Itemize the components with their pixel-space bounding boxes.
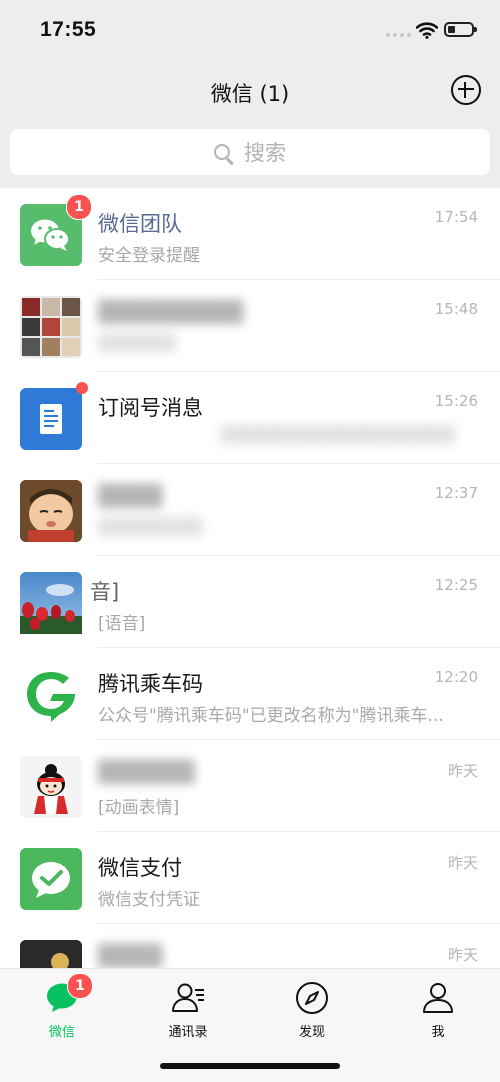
chat-row-subscriptions[interactable]: 订阅号消息 ▒▒▒▒▒▒▒▒▒▒▒▒▒▒▒▒▒▒ 15:26 <box>0 372 500 464</box>
chat-row-partial[interactable]: ▒▒▒▒ 昨天 <box>0 924 500 968</box>
chat-name: ▒▒▒▒ <box>98 484 163 508</box>
unread-dot <box>76 382 88 394</box>
chat-row-group[interactable]: ▒▒▒▒▒▒▒▒▒ ▒▒▒▒▒▒ 15:48 <box>0 280 500 372</box>
chat-time: 昨天 <box>447 946 478 964</box>
chat-name: 微信团队 <box>98 212 182 236</box>
wifi-icon <box>416 22 438 39</box>
chat-bubble-icon: 1 <box>45 973 93 1015</box>
chat-name: 订阅号消息 <box>98 396 203 420</box>
chat-preview: ▒▒▒▒▒▒▒▒ <box>98 517 203 537</box>
add-plus-icon[interactable] <box>451 75 481 105</box>
chat-name: ▒▒▒▒▒▒ <box>98 760 195 784</box>
home-indicator[interactable] <box>160 1063 340 1069</box>
chat-name: 微信支付 <box>98 856 182 880</box>
wechat-logo-icon: 1 <box>20 194 92 266</box>
chat-preview: ▒▒▒▒▒▒ <box>98 333 177 353</box>
tab-chats[interactable]: 1 微信 <box>17 973 107 1040</box>
chat-preview: [动画表情] <box>98 798 180 818</box>
chat-preview: ▒▒▒▒▒▒▒▒▒▒▒▒▒▒▒▒▒▒ <box>220 425 456 445</box>
wechat-pay-icon <box>20 848 82 910</box>
subscription-doc-icon <box>20 382 88 450</box>
person-icon <box>421 981 455 1015</box>
doll-avatar <box>20 756 82 818</box>
tab-label: 微信 <box>48 1025 75 1040</box>
page-title: 微信 (1) <box>210 82 290 106</box>
battery-icon <box>444 22 477 37</box>
signal-icon <box>386 33 411 37</box>
chat-name: ▒▒▒▒ <box>98 944 163 968</box>
nav-bar: 微信 (1) <box>0 60 500 126</box>
chat-row-tulips[interactable]: 音] [语音] 12:25 <box>0 556 500 648</box>
status-bar: 17:55 <box>0 0 500 60</box>
chat-time: 17:54 <box>434 208 478 226</box>
search-bar[interactable]: 搜索 <box>10 129 490 175</box>
unread-badge: 1 <box>66 194 92 220</box>
chat-name: ▒▒▒▒▒▒▒▒▒ <box>98 300 244 324</box>
photo-avatar <box>20 940 82 968</box>
chat-list: 1 微信团队 安全登录提醒 17:54 ▒▒▒▒▒▒▒▒▒ ▒▒▒▒▒▒ 15:… <box>0 188 500 968</box>
chat-time: 昨天 <box>447 854 478 872</box>
tab-label: 我 <box>431 1025 445 1040</box>
chat-time: 昨天 <box>447 762 478 780</box>
chat-preview: 公众号"腾讯乘车码"已更改名称为"腾讯乘车... <box>98 706 444 726</box>
chat-row-wechat-team[interactable]: 1 微信团队 安全登录提醒 17:54 <box>0 188 500 280</box>
tab-label: 通讯录 <box>168 1025 208 1040</box>
search-icon <box>214 144 230 160</box>
cartoon-face-avatar <box>20 480 82 542</box>
chat-time: 12:20 <box>434 668 478 686</box>
tab-contacts[interactable]: 通讯录 <box>143 981 233 1040</box>
chat-time: 15:26 <box>434 392 478 410</box>
chat-time: 12:37 <box>434 484 478 502</box>
tab-label: 发现 <box>298 1025 325 1040</box>
chat-row-ride-code[interactable]: 腾讯乘车码 公众号"腾讯乘车码"已更改名称为"腾讯乘车... 12:20 <box>0 648 500 740</box>
chat-row-doll[interactable]: ▒▒▒▒▒▒ [动画表情] 昨天 <box>0 740 500 832</box>
status-time: 17:55 <box>40 18 97 41</box>
tulip-photo-avatar <box>20 572 82 634</box>
tab-me[interactable]: 我 <box>393 981 483 1040</box>
chat-time: 15:48 <box>434 300 478 318</box>
contacts-icon <box>171 981 205 1015</box>
chat-time: 12:25 <box>434 576 478 594</box>
search-area: 搜索 <box>0 126 500 188</box>
chat-row-cartoon[interactable]: ▒▒▒▒ ▒▒▒▒▒▒▒▒ 12:37 <box>0 464 500 556</box>
tab-discover[interactable]: 发现 <box>267 981 357 1040</box>
chat-row-wechat-pay[interactable]: 微信支付 微信支付凭证 昨天 <box>0 832 500 924</box>
chat-preview: [语音] <box>98 614 146 634</box>
group-avatar-grid <box>20 296 82 358</box>
search-placeholder: 搜索 <box>244 141 286 165</box>
chat-name: 腾讯乘车码 <box>98 672 203 696</box>
tencent-ride-code-icon <box>20 664 82 726</box>
chat-preview: 微信支付凭证 <box>98 890 200 910</box>
chat-preview: 安全登录提醒 <box>98 246 200 266</box>
compass-icon <box>295 981 329 1015</box>
chat-name: 音] <box>90 580 120 604</box>
tab-unread-badge: 1 <box>67 973 93 999</box>
